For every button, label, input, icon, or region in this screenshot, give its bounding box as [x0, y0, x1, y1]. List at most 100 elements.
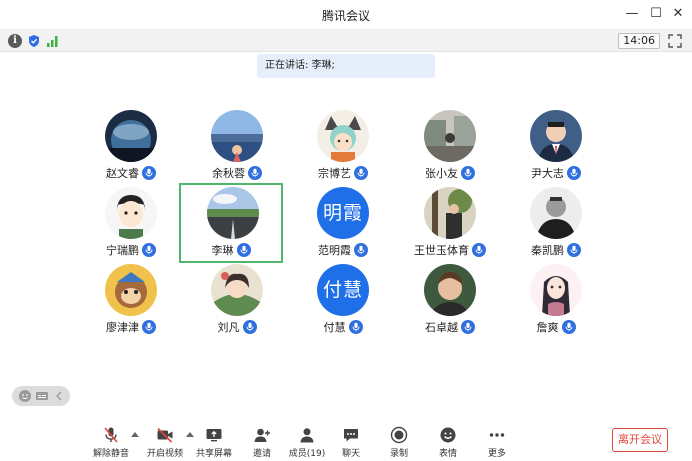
fullscreen-icon[interactable]	[668, 34, 682, 48]
microphone-icon	[248, 166, 262, 180]
members-icon	[298, 426, 316, 444]
toolbar-label: 录制	[389, 449, 408, 459]
record-icon	[390, 426, 408, 444]
participant-tile[interactable]: 刘凡	[185, 264, 289, 344]
participant-name-row: 范明霞	[291, 242, 395, 258]
more-button[interactable]: 更多	[473, 426, 521, 460]
participant-avatar	[317, 110, 369, 162]
info-icon[interactable]: i	[8, 34, 22, 48]
microphone-icon	[354, 166, 368, 180]
reaction-pill[interactable]	[12, 386, 70, 406]
participant-name: 张小友	[425, 167, 458, 180]
participant-tile[interactable]: 余秋蓉	[185, 110, 289, 190]
minimize-button[interactable]: —	[624, 6, 640, 22]
participant-name: 宁瑞鹏	[106, 244, 139, 257]
microphone-icon	[461, 320, 475, 334]
video-options-caret[interactable]	[186, 432, 194, 437]
members-button[interactable]: 成员(19)	[283, 426, 331, 460]
share-screen-button[interactable]: 共享屏幕	[190, 426, 238, 460]
chat-icon	[342, 426, 360, 444]
signal-icon[interactable]	[46, 35, 60, 47]
maximize-button[interactable]: ☐	[648, 6, 664, 22]
window-title: 腾讯会议	[321, 9, 370, 23]
unmute-button[interactable]: 解除静音	[87, 426, 135, 460]
participant-name: 赵文睿	[106, 167, 139, 180]
microphone-icon	[354, 243, 368, 257]
toolbar-label: 聊天	[341, 449, 360, 459]
participant-tile[interactable]: 詹爽	[504, 264, 608, 344]
participant-tile[interactable]: 宁瑞鹏	[79, 187, 183, 267]
toolbar-label: 开启视频	[146, 449, 183, 459]
participant-name-row: 詹爽	[504, 319, 608, 335]
close-button[interactable]: ✕	[670, 6, 686, 22]
microphone-icon	[567, 166, 581, 180]
emoji-button[interactable]: 表情	[424, 426, 472, 460]
participant-avatar: 付慧	[317, 264, 369, 316]
participant-tile[interactable]: 宗博艺	[291, 110, 395, 190]
participant-name-row: 宁瑞鹏	[79, 242, 183, 258]
participant-name-row: 刘凡	[185, 319, 289, 335]
participant-name-row: 宗博艺	[291, 165, 395, 181]
microphone-icon	[561, 320, 576, 334]
status-bar: i 14:06	[0, 30, 692, 52]
caption-icon[interactable]	[35, 389, 49, 403]
participant-tile[interactable]: 石卓越	[398, 264, 502, 344]
invite-button[interactable]: 邀请	[238, 426, 286, 460]
toolbar-label: 更多	[487, 449, 506, 459]
toolbar-label: 邀请	[252, 449, 271, 459]
chat-button[interactable]: 聊天	[327, 426, 375, 460]
participant-name: 尹大志	[531, 167, 564, 180]
participant-name-row: 王世玉体育	[398, 242, 502, 258]
microphone-icon	[242, 320, 257, 334]
chevron-left-icon[interactable]	[52, 389, 66, 403]
more-icon	[488, 426, 506, 444]
microphone-icon	[348, 320, 363, 334]
participant-name-row: 赵文睿	[79, 165, 183, 181]
participant-name: 余秋蓉	[212, 167, 245, 180]
microphone-icon	[142, 320, 156, 334]
audio-options-caret[interactable]	[131, 432, 139, 437]
participant-name-row: 李琳	[181, 242, 281, 258]
participant-avatar	[530, 264, 582, 316]
record-button[interactable]: 录制	[375, 426, 423, 460]
participant-tile[interactable]: 明霞 范明霞	[291, 187, 395, 267]
toolbar-label: 表情	[438, 449, 457, 459]
participant-tile[interactable]: 李琳	[179, 183, 283, 263]
participant-avatar: 明霞	[317, 187, 369, 239]
participant-name: 王世玉体育	[414, 244, 469, 257]
shield-icon[interactable]	[27, 34, 41, 48]
participant-tile[interactable]: 付慧 付慧	[291, 264, 395, 344]
participant-name: 李琳	[211, 244, 234, 257]
participant-name-row: 秦凯鹏	[504, 242, 608, 258]
participant-avatar	[530, 110, 582, 162]
toolbar-label: 共享屏幕	[195, 449, 232, 459]
microphone-icon	[567, 243, 581, 257]
participant-tile[interactable]: 赵文睿	[79, 110, 183, 190]
participant-tile[interactable]: 廖津津	[79, 264, 183, 344]
participant-name: 范明霞	[318, 244, 351, 257]
smile-icon[interactable]	[18, 389, 32, 403]
microphone-icon	[142, 166, 156, 180]
participant-name: 付慧	[323, 321, 346, 334]
microphone-icon	[142, 243, 156, 257]
camera-off-icon	[156, 426, 174, 444]
participant-name: 刘凡	[217, 321, 240, 334]
participant-avatar	[105, 187, 157, 239]
participant-tile[interactable]: 秦凯鹏	[504, 187, 608, 267]
participant-name: 詹爽	[536, 321, 559, 334]
participant-tile[interactable]: 张小友	[398, 110, 502, 190]
participant-name-row: 尹大志	[504, 165, 608, 181]
participant-avatar	[424, 110, 476, 162]
toolbar-label: 解除静音	[92, 449, 129, 459]
participant-tile[interactable]: 尹大志	[504, 110, 608, 190]
participant-avatar	[105, 264, 157, 316]
participant-avatar	[211, 110, 263, 162]
participant-name-row: 石卓越	[398, 319, 502, 335]
participant-name: 宗博艺	[318, 167, 351, 180]
leave-meeting-button[interactable]: 离开会议	[612, 428, 668, 452]
start-video-button[interactable]: 开启视频	[141, 426, 189, 460]
participant-tile[interactable]: 王世玉体育	[398, 187, 502, 267]
participant-avatar	[530, 187, 582, 239]
participant-name-row: 张小友	[398, 165, 502, 181]
microphone-icon	[472, 243, 486, 257]
